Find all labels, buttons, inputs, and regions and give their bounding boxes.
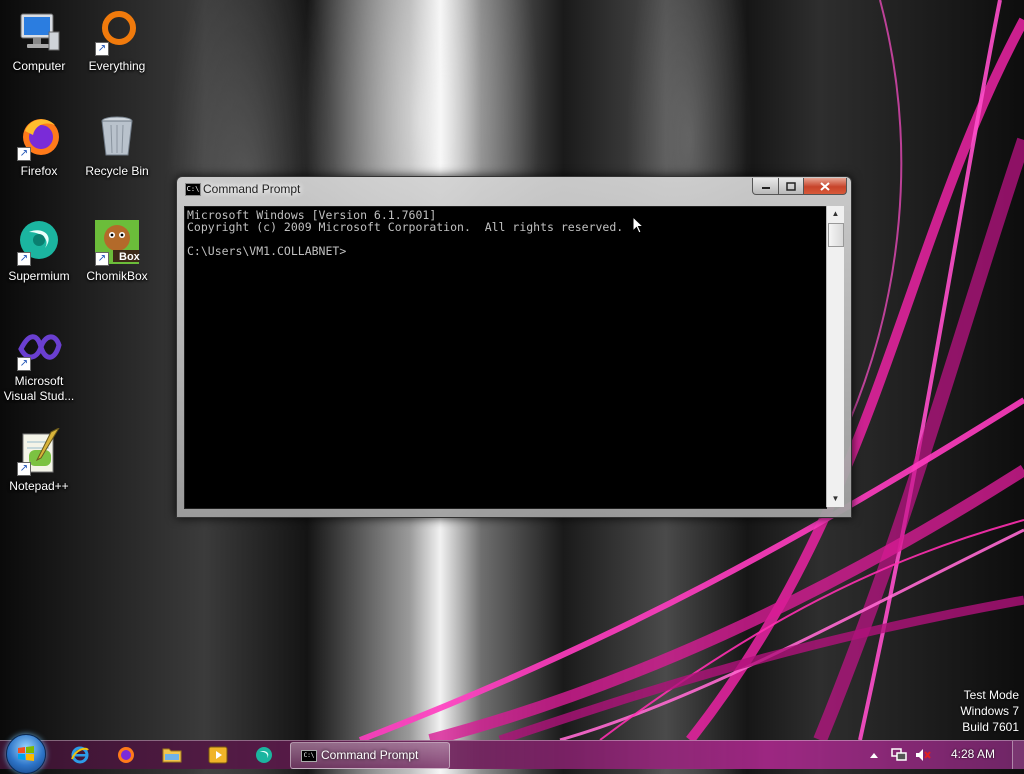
desktop-icon-label: Supermium (8, 269, 70, 283)
taskbar-pin-media-player[interactable] (200, 744, 236, 766)
show-hidden-icons-button[interactable] (866, 745, 882, 765)
shortcut-arrow-icon: ↗ (17, 462, 31, 476)
desktop-icon-label: Everything (88, 59, 146, 73)
desktop-icon-notepadpp[interactable]: ↗ Notepad++ (0, 426, 78, 494)
shortcut-arrow-icon: ↗ (17, 147, 31, 161)
command-prompt-window[interactable]: C:\ Command Prompt Microsoft Windows [Ve… (176, 176, 852, 518)
chomikbox-icon: Box ↗ (93, 218, 141, 266)
firefox-icon: ↗ (15, 113, 63, 161)
everything-icon: ↗ (93, 8, 141, 56)
firefox-icon (118, 747, 134, 763)
volume-muted-icon (916, 749, 931, 761)
desktop-icon-chomikbox[interactable]: Box ↗ ChomikBox (78, 218, 156, 284)
taskbar-pin-explorer[interactable] (154, 744, 190, 766)
network-tray-icon[interactable] (888, 745, 910, 765)
maximize-icon (786, 181, 796, 191)
notepadpp-icon: ↗ (15, 426, 63, 476)
scroll-down-arrow-icon[interactable]: ▼ (827, 491, 844, 507)
taskbar-button-command-prompt[interactable]: C:\ Command Prompt (290, 742, 450, 769)
minimize-icon (761, 187, 770, 189)
desktop-icon-label: Recycle Bin (85, 164, 149, 178)
desktop-icon-label: Computer (12, 59, 66, 73)
window-title: Command Prompt (203, 182, 301, 196)
watermark-line: Windows 7 (960, 704, 1019, 718)
scroll-thumb[interactable] (828, 223, 844, 247)
volume-tray-icon[interactable] (912, 745, 934, 765)
taskbar-clock[interactable]: 4:28 AM (940, 747, 1006, 761)
taskbar-pin-firefox[interactable] (108, 744, 144, 766)
computer-icon (15, 8, 63, 56)
cmd-icon: C:\ (301, 750, 317, 762)
media-player-icon (208, 746, 228, 764)
cmd-window-icon[interactable]: C:\ (185, 183, 201, 196)
close-button[interactable] (803, 178, 847, 195)
shortcut-arrow-icon: ↗ (95, 252, 109, 266)
desktop-icon-label: Notepad++ (9, 479, 69, 493)
close-icon (820, 181, 830, 191)
desktop-icon-label: Microsoft Visual Stud... (3, 374, 75, 403)
taskbar: C:\ Command Prompt 4:28 AM (0, 734, 1024, 774)
windows-logo-icon (18, 746, 34, 761)
mouse-pointer-icon (632, 216, 644, 234)
shortcut-arrow-icon: ↗ (17, 357, 31, 371)
maximize-button[interactable] (778, 178, 804, 195)
console-output[interactable]: Microsoft Windows [Version 6.1.7601] Cop… (184, 206, 827, 509)
desktop-icon-label: Firefox (20, 164, 58, 178)
console-prompt: C:\Users\VM1.COLLABNET> (187, 244, 347, 258)
shortcut-arrow-icon: ↗ (95, 42, 109, 56)
desktop-icon-firefox[interactable]: ↗ Firefox (0, 113, 78, 179)
window-titlebar[interactable]: C:\ Command Prompt (177, 177, 851, 201)
recycle-bin-icon (93, 113, 141, 161)
chevron-up-icon (870, 753, 878, 758)
vertical-scrollbar[interactable]: ▲ ▼ (826, 206, 844, 507)
desktop-icon-everything[interactable]: ↗ Everything (78, 8, 156, 74)
minimize-button[interactable] (752, 178, 779, 195)
visual-studio-icon: ↗ (15, 323, 63, 371)
desktop-icon-computer[interactable]: Computer (0, 8, 78, 74)
test-mode-watermark: Test Mode Windows 7 Build 7601 (960, 687, 1019, 735)
taskbar-button-label: Command Prompt (321, 748, 419, 762)
start-button[interactable] (6, 734, 46, 774)
supermium-icon: ↗ (15, 218, 63, 266)
explorer-folder-icon (162, 748, 182, 763)
taskbar-pin-internet-explorer[interactable] (62, 744, 98, 766)
chomikbox-badge: Box (119, 251, 140, 263)
shortcut-arrow-icon: ↗ (17, 252, 31, 266)
desktop-icon-visual-studio[interactable]: ↗ Microsoft Visual Stud... (0, 323, 78, 404)
console-line: Copyright (c) 2009 Microsoft Corporation… (187, 220, 624, 234)
watermark-line: Test Mode (963, 688, 1019, 702)
taskbar-pin-supermium[interactable] (246, 744, 282, 766)
supermium-icon (256, 747, 272, 763)
watermark-line: Build 7601 (962, 720, 1019, 734)
scroll-up-arrow-icon[interactable]: ▲ (827, 206, 844, 222)
desktop-icon-supermium[interactable]: ↗ Supermium (0, 218, 78, 284)
desktop-icon-label: ChomikBox (86, 269, 148, 283)
show-desktop-button[interactable] (1012, 741, 1024, 769)
network-icon (891, 748, 907, 761)
internet-explorer-icon (71, 746, 89, 764)
desktop-icon-recycle-bin[interactable]: Recycle Bin (78, 113, 156, 179)
